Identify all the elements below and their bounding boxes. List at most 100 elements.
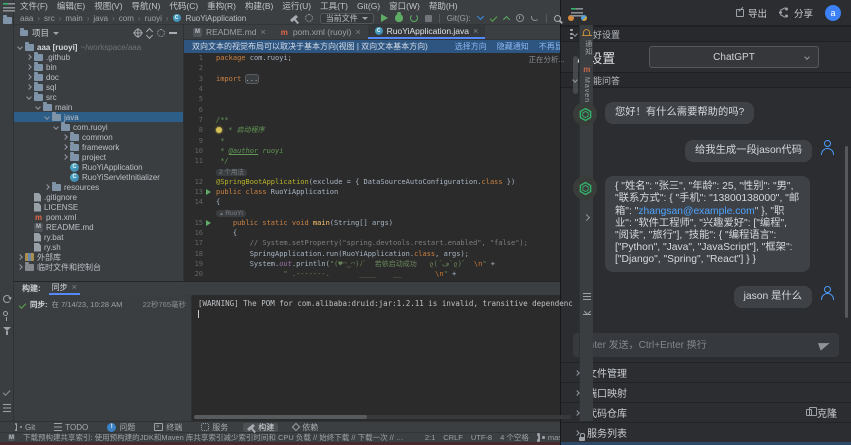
tree-chevron-icon[interactable] (26, 74, 32, 80)
commit-tool-icon[interactable] (3, 388, 11, 396)
close-icon[interactable] (473, 26, 478, 36)
tree-chevron-icon[interactable] (26, 64, 32, 70)
history-button[interactable] (516, 14, 524, 22)
menu-item[interactable]: 构建(B) (245, 0, 273, 12)
tree-item[interactable]: 临时文件和控制台 (14, 262, 183, 272)
panel-section[interactable]: 代码仓库克隆 (561, 402, 851, 422)
git-commit-button[interactable] (489, 14, 497, 22)
breadcrumb-item[interactable]: main (65, 14, 82, 23)
breadcrumb-item[interactable]: com (119, 14, 134, 23)
chat-input[interactable] (582, 340, 813, 351)
breadcrumb-item[interactable]: ruoyi (145, 14, 162, 23)
tree-chevron-icon[interactable] (44, 114, 50, 120)
toolwindow-tab-终端[interactable]: 终端 (150, 423, 186, 432)
project-tool-icon[interactable] (3, 17, 12, 24)
pin-icon[interactable] (3, 311, 8, 316)
collapse-all-button[interactable] (146, 29, 153, 38)
tree-item[interactable]: doc (14, 72, 183, 82)
run-button[interactable] (381, 14, 388, 22)
status-message[interactable]: 下载预构建共享索引: 使用预构建的JDK和Maven 库共享索引减少索引时间和 … (23, 432, 409, 442)
git-update-button[interactable] (477, 13, 484, 20)
run-config-select[interactable]: 当前文件 (320, 13, 374, 24)
avatar[interactable]: a (825, 5, 841, 21)
tree-chevron-icon[interactable] (17, 44, 23, 50)
indent-setting[interactable]: 4 个空格 (500, 432, 529, 442)
run-gutter[interactable] (206, 188, 216, 196)
search-everywhere-button[interactable] (554, 15, 561, 22)
rollback-button[interactable] (531, 16, 539, 21)
export-button[interactable]: 导出 (736, 6, 767, 20)
share-button[interactable]: 分享 (779, 6, 813, 20)
tree-chevron-icon[interactable] (62, 154, 68, 160)
qa-section-header[interactable]: 智能问答 (561, 72, 851, 88)
code-area[interactable]: 1package com.ruoyi;23import ...4567/**8 … (184, 53, 579, 281)
tree-chevron-icon[interactable] (44, 184, 50, 190)
panel-settings-button[interactable] (157, 29, 165, 37)
sync-status-row[interactable]: 同步: 在 7/14/23, 10:28 AM 22秒765毫秒 (19, 299, 186, 310)
tree-item[interactable]: framework (14, 142, 183, 152)
tree-item[interactable]: src (14, 92, 183, 102)
menu-item[interactable]: 导航(N) (132, 0, 161, 12)
menu-item[interactable]: 重构(R) (207, 0, 236, 12)
toolwindow-tab-依赖[interactable]: 依赖 (289, 423, 322, 432)
tree-chevron-icon[interactable] (62, 134, 68, 140)
panel-section[interactable]: 文件管理 (561, 362, 851, 382)
tree-chevron-icon[interactable] (17, 264, 23, 270)
wrench-icon[interactable] (305, 14, 313, 22)
menu-item[interactable]: 帮助(H) (429, 0, 458, 12)
debug-button[interactable] (395, 14, 403, 22)
intention-bulb-icon[interactable] (216, 127, 222, 133)
panel-menu-icon[interactable] (571, 8, 583, 17)
tree-item[interactable]: aaa [ruoyi] ~/workspace/aaa (14, 42, 183, 52)
stop-button[interactable] (425, 15, 432, 22)
tree-item[interactable]: RuoYiServletInitializer (14, 172, 183, 182)
close-icon[interactable] (355, 27, 360, 37)
toolwindow-tab-构建[interactable]: 构建 (243, 423, 278, 432)
caret-position[interactable]: 2:1 (425, 433, 435, 442)
tree-chevron-icon[interactable] (17, 254, 23, 260)
tree-item[interactable]: resources (14, 182, 183, 192)
tree-item[interactable]: main (14, 102, 183, 112)
tree-item[interactable]: .github (14, 52, 183, 62)
menu-item[interactable]: 工具(T) (320, 0, 348, 12)
chevron-down-icon[interactable] (53, 32, 59, 35)
tree-item[interactable]: RuoYiApplication (14, 162, 183, 172)
tree-item[interactable]: pom.xml (14, 212, 183, 222)
breadcrumb-item[interactable]: java (93, 14, 108, 23)
tree-chevron-icon[interactable] (26, 84, 32, 90)
build-output-pane[interactable]: [WARNING] The POM for com.alibaba:druid:… (192, 295, 579, 421)
menu-item[interactable]: 代码(C) (169, 0, 198, 12)
tree-item[interactable]: java (14, 112, 183, 122)
rerun-button[interactable] (410, 14, 418, 22)
tree-item[interactable]: README.md (14, 222, 183, 232)
tree-item[interactable]: 外部库 (14, 252, 183, 262)
close-icon[interactable] (72, 283, 77, 292)
clone-button[interactable]: 克隆 (806, 405, 837, 420)
notifications-icon[interactable] (583, 29, 590, 35)
project-panel-title[interactable]: 项目 (32, 27, 49, 39)
preferences-section-header[interactable]: 偏好设置 (561, 26, 851, 42)
panel-section[interactable]: 端口映射 (561, 382, 851, 402)
breadcrumb-item[interactable]: RuoYiApplication (186, 14, 247, 23)
refresh-icon[interactable] (3, 295, 11, 303)
structure-tool-icon[interactable] (3, 404, 11, 412)
tree-chevron-icon[interactable] (53, 124, 59, 130)
editor-tab[interactable]: RuoYiApplication.java (368, 25, 486, 39)
tree-item[interactable]: .gitignore (14, 192, 183, 202)
chat-scrollbar[interactable] (845, 146, 848, 318)
breadcrumb-item[interactable]: src (44, 14, 55, 23)
tree-item[interactable]: bin (14, 62, 183, 72)
tree-chevron-icon[interactable] (26, 54, 32, 60)
menu-item[interactable]: 视图(V) (94, 0, 122, 12)
send-icon[interactable] (818, 339, 831, 350)
editor-tab[interactable]: pom.xml (ruoyi) (273, 25, 368, 39)
menu-item[interactable]: Git(G) (357, 1, 380, 11)
tree-item[interactable]: LICENSE (14, 202, 183, 212)
filter-icon[interactable] (3, 327, 11, 331)
tree-item[interactable]: ry.bat (14, 232, 183, 242)
maven-icon[interactable]: m (583, 65, 590, 74)
locate-button[interactable] (134, 29, 142, 37)
editor-tab[interactable]: README.md (186, 25, 273, 39)
tree-chevron-icon[interactable] (62, 144, 68, 150)
tree-item[interactable]: sql (14, 82, 183, 92)
